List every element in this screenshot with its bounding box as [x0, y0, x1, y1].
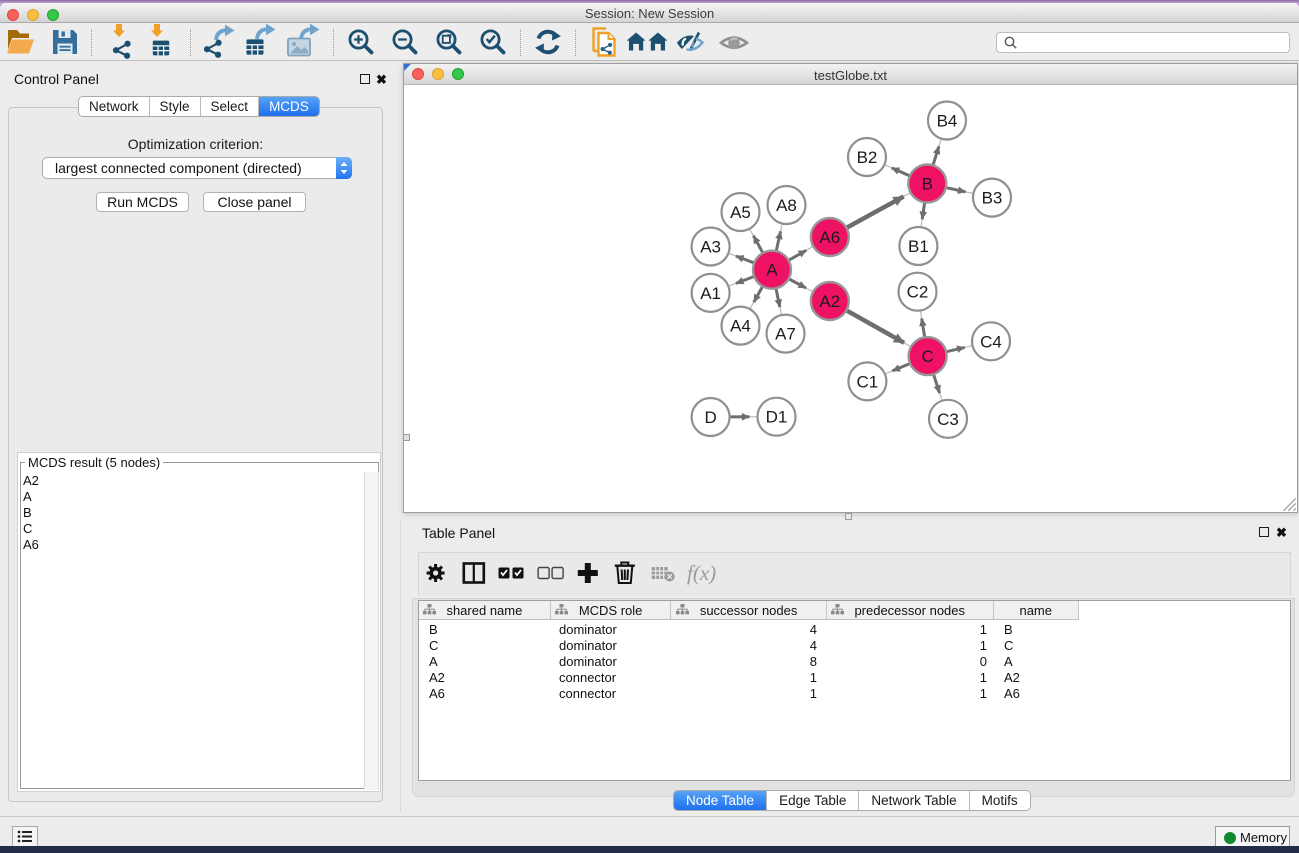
svg-text:f(x): f(x) [687, 561, 716, 585]
svg-text:C1: C1 [857, 372, 879, 391]
svg-text:A4: A4 [730, 317, 751, 336]
svg-text:B4: B4 [937, 112, 958, 131]
svg-text:A5: A5 [730, 203, 751, 222]
svg-text:B2: B2 [857, 148, 878, 167]
svg-text:A2: A2 [819, 292, 840, 311]
svg-text:C2: C2 [907, 283, 929, 302]
svg-text:D1: D1 [766, 408, 788, 427]
svg-text:A3: A3 [700, 238, 721, 257]
svg-text:B: B [922, 175, 933, 194]
svg-text:B1: B1 [908, 237, 929, 256]
svg-text:A1: A1 [700, 284, 721, 303]
svg-text:C: C [921, 347, 933, 366]
svg-text:B3: B3 [982, 189, 1003, 208]
svg-text:A: A [766, 261, 778, 280]
svg-text:D: D [704, 408, 716, 427]
svg-text:C3: C3 [937, 410, 959, 429]
svg-text:A8: A8 [776, 196, 797, 215]
svg-text:A6: A6 [819, 228, 840, 247]
svg-text:A7: A7 [775, 325, 796, 344]
svg-text:C4: C4 [980, 332, 1002, 351]
